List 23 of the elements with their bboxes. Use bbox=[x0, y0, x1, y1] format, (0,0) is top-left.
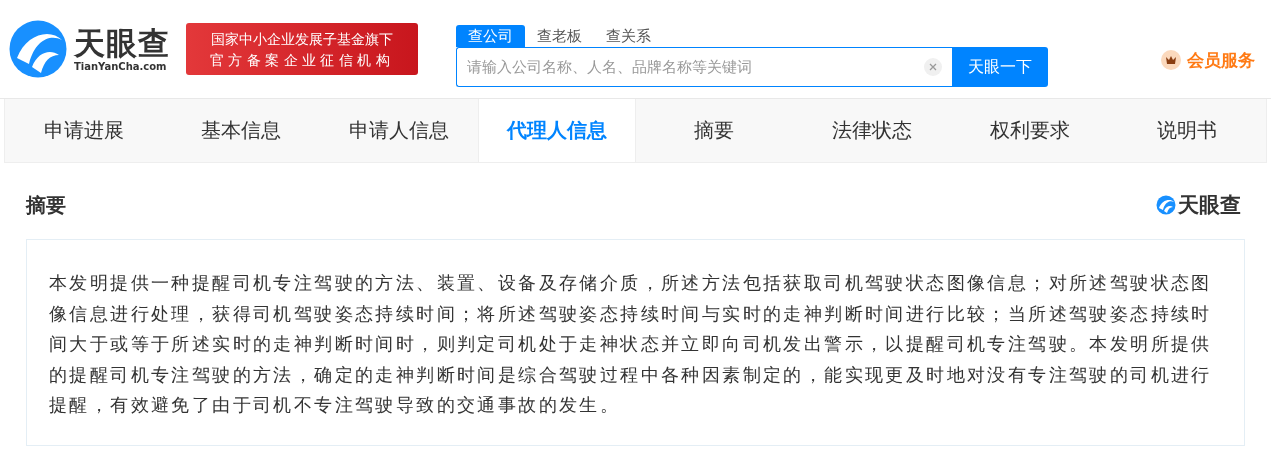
abstract-text: 本发明提供一种提醒司机专注驾驶的方法、装置、设备及存储介质，所述方法包括获取司机驾驶状态图像信息；对所述驾驶状态图像信息进行处理，获得司机驾驶姿态持续时间；将所述驾驶姿态持续时间与实时的走神判断时间进行比较；当所述驾驶姿态持续时间大于或等于所述实时的走神判断时间时，则判定司机处于走神状态并立即向司机发出警示，以提醒司机专注驾驶。本发明所提供的提醒司机专注驾驶的方法，确定的走神判断时间是综合驾驶过程中各种因素制定的，能实现更及时地对没有专注驾驶的司机进行提醒，有效避免了由于司机不专注驾驶导致的交通事故的发生。 bbox=[26, 239, 1245, 446]
nav-tab[interactable]: 法律状态 bbox=[793, 99, 951, 162]
nav-tab[interactable]: 申请人信息 bbox=[320, 99, 478, 162]
logo-icon bbox=[1156, 195, 1176, 215]
logo-name: 天眼查 bbox=[74, 26, 170, 61]
search-tab[interactable]: 查关系 bbox=[594, 25, 663, 47]
search-tab[interactable]: 查公司 bbox=[456, 25, 525, 47]
nav-tab[interactable]: 说明书 bbox=[1108, 99, 1266, 162]
logo-domain: TianYanCha.com bbox=[74, 60, 168, 72]
search-button[interactable]: 天眼一下 bbox=[952, 47, 1048, 87]
crown-icon bbox=[1161, 50, 1181, 70]
logo-name: 天眼查 bbox=[1178, 192, 1241, 219]
section-title: 摘要 bbox=[26, 191, 66, 219]
logo-icon bbox=[8, 19, 68, 79]
search-tab[interactable]: 查老板 bbox=[525, 25, 594, 47]
nav-tab[interactable]: 申请进展 bbox=[5, 99, 163, 162]
banner-line: 国家中小企业发展子基金旗下 bbox=[211, 29, 393, 48]
nav-tab[interactable]: 基本信息 bbox=[162, 99, 321, 162]
nav-tab[interactable]: 代理人信息 bbox=[477, 99, 636, 162]
banner-line: 官方备案企业征信机构 bbox=[210, 50, 394, 69]
search-field[interactable]: 请输入公司名称、人名、品牌名称等关键词 bbox=[456, 47, 952, 87]
nav-tab[interactable]: 权利要求 bbox=[950, 99, 1109, 162]
nav-tab[interactable]: 摘要 bbox=[635, 99, 794, 162]
